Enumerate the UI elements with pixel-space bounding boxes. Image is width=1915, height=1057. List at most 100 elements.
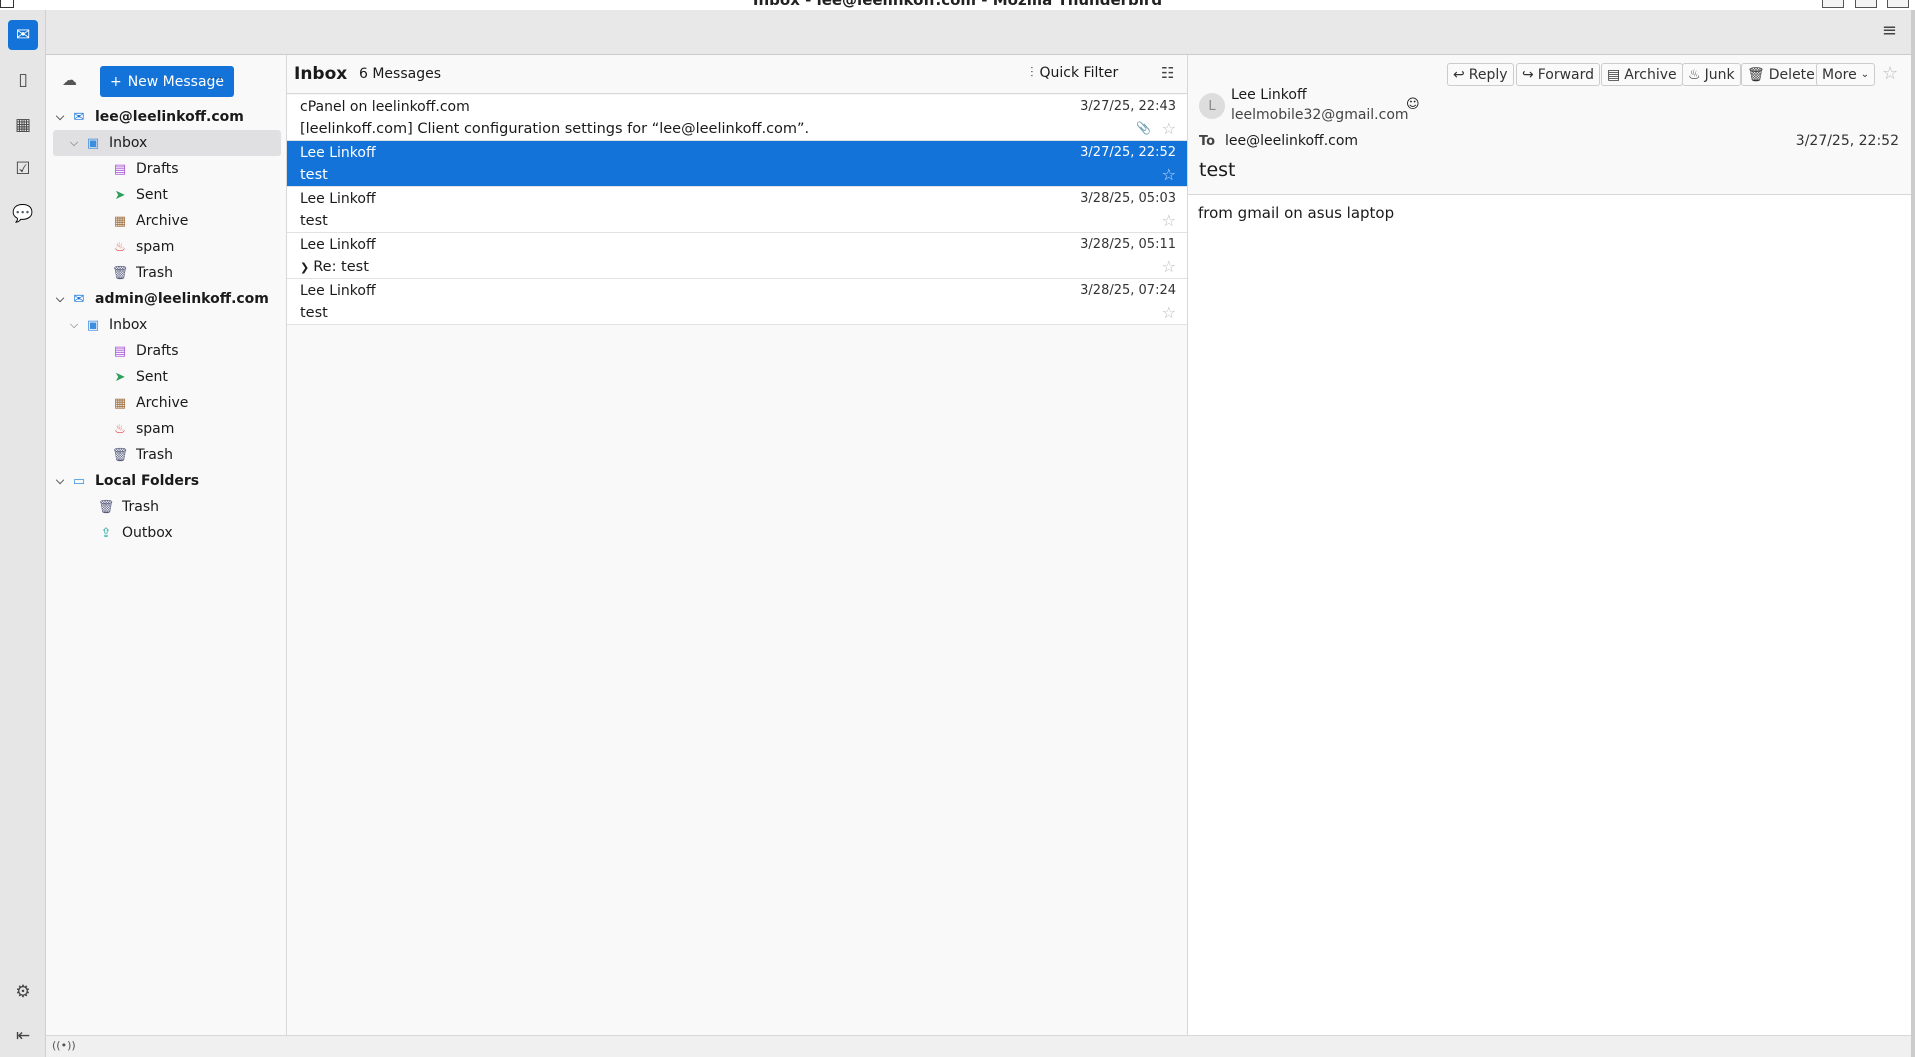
folder-archive[interactable]: ▦ Archive (53, 208, 281, 234)
online-status-icon[interactable]: ((•)) (52, 1039, 76, 1052)
message-subject: test (300, 305, 328, 321)
sender-name[interactable]: Lee Linkoff (1231, 87, 1307, 103)
to-label: To (1199, 134, 1216, 149)
display-options-icon[interactable]: ☷ (1161, 64, 1174, 82)
more-button[interactable]: More ⌄ (1816, 63, 1876, 86)
archive-icon: ▦ (113, 213, 127, 229)
drafts-icon: ▤ (113, 343, 127, 359)
folder-inbox[interactable]: ⌵ ▣ Inbox (53, 312, 281, 338)
title-bar: Inbox - lee@leelinkoff.com - Mozilla Thu… (0, 0, 1915, 10)
folder-label: Outbox (122, 525, 173, 541)
reply-icon: ↩ (1453, 66, 1465, 83)
collapse-icon[interactable]: ⇤ (8, 1021, 38, 1051)
folder-label: Trash (122, 499, 159, 515)
settings-icon[interactable]: ⚙ (8, 977, 38, 1007)
folder-sent[interactable]: ➤ Sent (53, 364, 281, 390)
address-book-icon[interactable]: ▯ (8, 65, 38, 95)
star-icon[interactable]: ☆ (1162, 165, 1176, 184)
folder-trash[interactable]: 🗑 Trash (53, 494, 281, 520)
message-row[interactable]: cPanel on leelinkoff.com [leelinkoff.com… (287, 95, 1187, 141)
tasks-icon[interactable]: ☑ (8, 154, 38, 184)
inbox-icon: ▣ (86, 135, 100, 151)
sender-email[interactable]: leelmobile32@gmail.com (1231, 107, 1409, 123)
unified-toolbar: ≡ (46, 10, 1911, 55)
app-menu-hamburger-icon[interactable]: ≡ (1882, 20, 1897, 41)
account-icon: ✉ (73, 109, 85, 125)
recipient[interactable]: lee@leelinkoff.com (1225, 133, 1358, 149)
spaces-toolbar: ✉ ▯ ▦ ☑ 💬 ⚙ ⇤ (0, 10, 46, 1057)
junk-button[interactable]: ♨ Junk (1682, 63, 1741, 86)
message-row[interactable]: Lee Linkoff test 3/27/25, 22:52 ☆ (287, 141, 1187, 187)
folder-label: Sent (136, 187, 168, 203)
folder-archive[interactable]: ▦ Archive (53, 390, 281, 416)
folder-trash[interactable]: 🗑 Trash (53, 442, 281, 468)
minimize-button[interactable] (1822, 0, 1844, 8)
folder-trash[interactable]: 🗑 Trash (53, 260, 281, 286)
chevron-down-icon[interactable]: ⌵ (67, 318, 81, 332)
message-date: 3/27/25, 22:52 (1795, 133, 1899, 149)
folder-account[interactable]: ⌵ ✉ admin@leelinkoff.com (53, 286, 281, 312)
folder-name: Inbox (294, 64, 348, 84)
chevron-down-icon[interactable]: ⌵ (53, 474, 67, 488)
junk-icon: ♨ (1688, 66, 1701, 83)
drafts-icon: ▤ (113, 161, 127, 177)
message-count: 6 Messages (359, 66, 442, 82)
window-border (1911, 10, 1915, 1057)
folder-account[interactable]: ⌵ ✉ lee@leelinkoff.com (53, 104, 281, 130)
inbox-icon: ▣ (86, 317, 100, 333)
chevron-down-icon: ⌄ (1860, 69, 1870, 80)
message-subject: [leelinkoff.com] Client configuration se… (300, 121, 810, 137)
thread-expand-icon[interactable]: ❯ (300, 261, 309, 274)
star-icon[interactable]: ☆ (1162, 303, 1176, 322)
trash-icon: 🗑 (97, 499, 115, 515)
message-subject: test (300, 213, 328, 229)
get-messages-icon[interactable]: ☁ (62, 71, 77, 89)
status-bar: ((•)) (46, 1035, 1911, 1057)
forward-icon: ↪ (1522, 66, 1534, 83)
trash-icon: 🗑 (1747, 66, 1765, 83)
folder-label: admin@leelinkoff.com (95, 291, 269, 307)
message-row[interactable]: Lee Linkoff test 3/28/25, 05:03 ☆ (287, 187, 1187, 233)
message-sender: Lee Linkoff (300, 283, 376, 299)
archive-button[interactable]: ▤ Archive (1601, 63, 1683, 86)
message-list-header: Inbox 6 Messages ⫶ Quick Filter ☷ (287, 55, 1187, 94)
reply-button[interactable]: ↩ Reply (1447, 63, 1514, 86)
folder-label: Sent (136, 369, 168, 385)
chevron-down-icon[interactable]: ⌵ (53, 292, 67, 306)
close-button[interactable] (1887, 0, 1909, 8)
spam-icon: ♨ (114, 239, 126, 255)
filter-icon: ⫶ (1030, 65, 1034, 81)
delete-button[interactable]: 🗑 Delete (1741, 63, 1821, 86)
folder-label: Trash (136, 447, 173, 463)
folder-pane-menu-button[interactable]: ··· (209, 71, 222, 87)
calendar-icon[interactable]: ▦ (8, 110, 38, 140)
folder-drafts[interactable]: ▤ Drafts (53, 338, 281, 364)
app-menu-icon[interactable] (0, 0, 14, 8)
star-icon[interactable]: ☆ (1162, 257, 1176, 276)
folder-spam[interactable]: ♨ spam (53, 416, 281, 442)
folder-inbox[interactable]: ⌵ ▣ Inbox (53, 130, 281, 156)
message-row[interactable]: Lee Linkoff test 3/28/25, 07:24 ☆ (287, 279, 1187, 325)
mail-space-icon[interactable]: ✉ (8, 20, 38, 50)
folder-drafts[interactable]: ▤ Drafts (53, 156, 281, 182)
folder-label: Inbox (109, 135, 148, 151)
chat-icon[interactable]: 💬 (8, 199, 38, 229)
contact-icon[interactable]: ☺ (1406, 97, 1420, 112)
message-date: 3/28/25, 05:03 (1080, 191, 1176, 206)
maximize-button[interactable] (1855, 0, 1877, 8)
folder-label: Local Folders (95, 473, 200, 489)
star-icon[interactable]: ☆ (1162, 211, 1176, 230)
outbox-icon: ⇪ (100, 525, 112, 541)
forward-button[interactable]: ↪ Forward (1516, 63, 1601, 86)
folder-label: Trash (136, 265, 173, 281)
star-icon[interactable]: ☆ (1162, 119, 1176, 138)
folder-sent[interactable]: ➤ Sent (53, 182, 281, 208)
folder-spam[interactable]: ♨ spam (53, 234, 281, 260)
folder-outbox[interactable]: ⇪ Outbox (53, 520, 281, 546)
quick-filter-button[interactable]: ⫶ Quick Filter (1030, 65, 1118, 81)
chevron-down-icon[interactable]: ⌵ (53, 110, 67, 124)
star-icon[interactable]: ☆ (1882, 63, 1898, 84)
folder-local[interactable]: ⌵ ▭ Local Folders (53, 468, 281, 494)
message-row[interactable]: Lee Linkoff ❯ Re: test 3/28/25, 05:11 ☆ (287, 233, 1187, 279)
chevron-down-icon[interactable]: ⌵ (67, 136, 81, 150)
